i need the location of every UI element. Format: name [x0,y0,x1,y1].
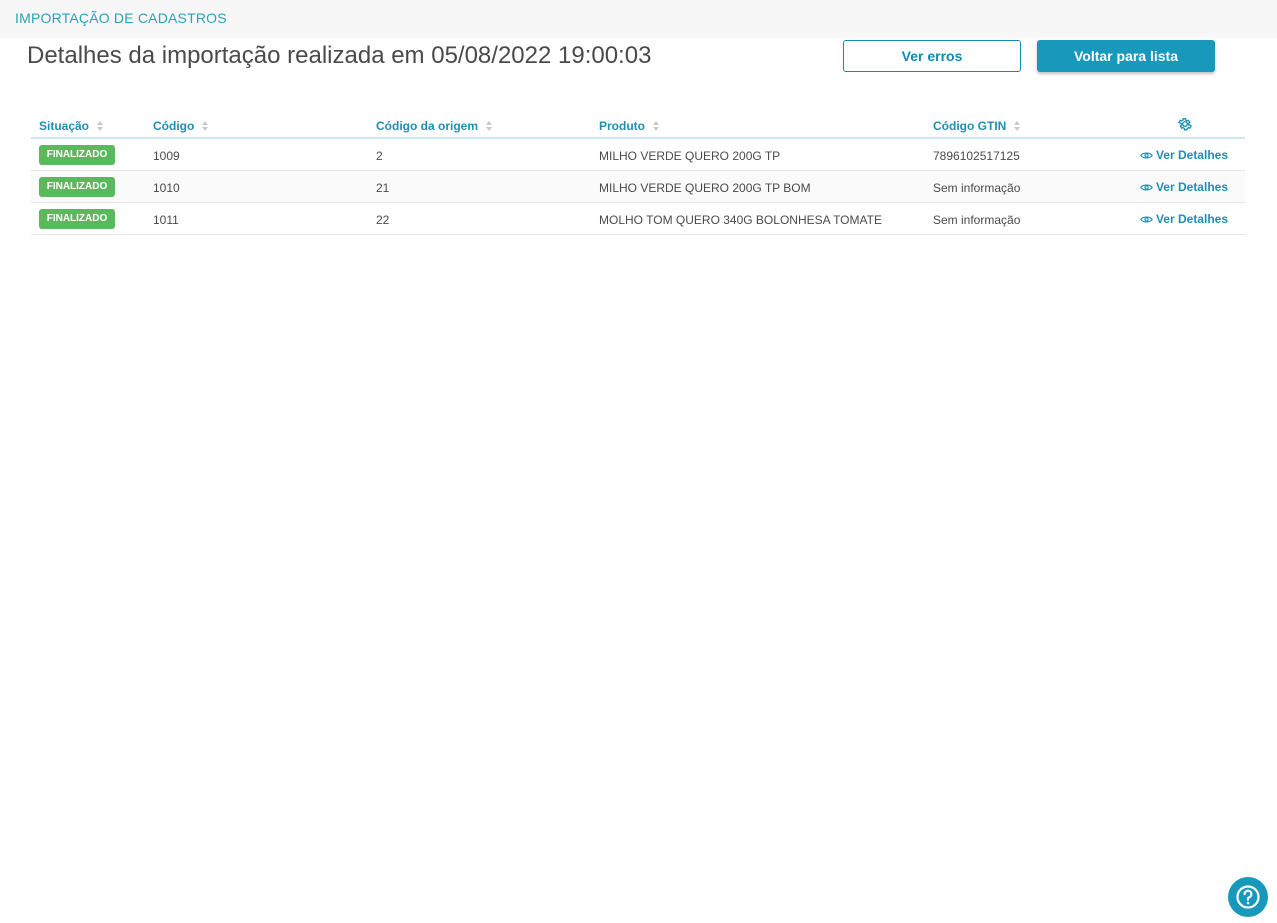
code-cell: 1011 [153,213,179,227]
column-header-label: Código da origem [376,119,478,133]
eye-icon [1140,183,1153,191]
gear-icon[interactable] [1177,116,1193,132]
gtin-cell: Sem informação [933,213,1021,227]
column-header-product[interactable]: Produto [599,119,659,133]
column-header-status[interactable]: Situação [39,119,104,133]
sort-icon [202,121,209,131]
section-title: IMPORTAÇÃO DE CADASTROS [15,10,227,26]
back-to-list-button[interactable]: Voltar para lista [1037,40,1215,72]
eye-icon [1140,215,1153,223]
column-header-label: Produto [599,119,645,133]
gtin-cell: 7896102517125 [933,149,1020,163]
code-cell: 1009 [153,149,180,163]
view-details-label: Ver Detalhes [1155,180,1228,194]
page-title: Detalhes da importação realizada em 05/0… [27,42,652,69]
status-badge: FINALIZADO [39,145,115,165]
eye-icon [1140,151,1153,159]
sort-icon [97,121,104,131]
code-cell: 1010 [153,181,180,195]
top-bar: IMPORTAÇÃO DE CADASTROS [0,0,1277,38]
status-badge: FINALIZADO [39,177,115,197]
product-cell: MILHO VERDE QUERO 200G TP BOM [599,181,811,195]
column-header-gtin[interactable]: Código GTIN [933,119,1021,133]
sort-icon [1014,121,1021,131]
view-details-label: Ver Detalhes [1155,148,1228,162]
origin-code-cell: 21 [376,181,390,195]
help-icon [1236,885,1260,909]
sort-icon [653,121,659,131]
column-header-label: Código [153,119,195,133]
view-details-label: Ver Detalhes [1155,212,1228,226]
table-header: Situação Código Código da origem Produto… [31,110,1245,139]
view-errors-button[interactable]: Ver erros [843,40,1021,72]
view-details-link[interactable]: Ver Detalhes [1140,148,1228,162]
column-header-label: Código GTIN [933,119,1007,133]
product-cell: MOLHO TOM QUERO 340G BOLONHESA TOMATE [599,213,882,227]
status-badge: FINALIZADO [39,209,115,229]
origin-code-cell: 2 [376,149,383,163]
table-row: FINALIZADO 1010 21 MILHO VERDE QUERO 200… [31,171,1245,203]
gtin-cell: Sem informação [933,181,1021,195]
sort-icon [486,121,492,131]
column-header-code[interactable]: Código [153,119,209,133]
view-details-link[interactable]: Ver Detalhes [1140,212,1228,226]
table-row: FINALIZADO 1011 22 MOLHO TOM QUERO 340G … [31,203,1245,235]
product-cell: MILHO VERDE QUERO 200G TP [599,149,781,163]
import-details-table: Situação Código Código da origem Produto… [31,110,1245,235]
column-header-label: Situação [39,119,90,133]
view-details-link[interactable]: Ver Detalhes [1140,180,1228,194]
table-row: FINALIZADO 1009 2 MILHO VERDE QUERO 200G… [31,139,1245,171]
column-header-origin-code[interactable]: Código da origem [376,119,492,133]
origin-code-cell: 22 [376,213,390,227]
help-button[interactable] [1228,877,1268,917]
